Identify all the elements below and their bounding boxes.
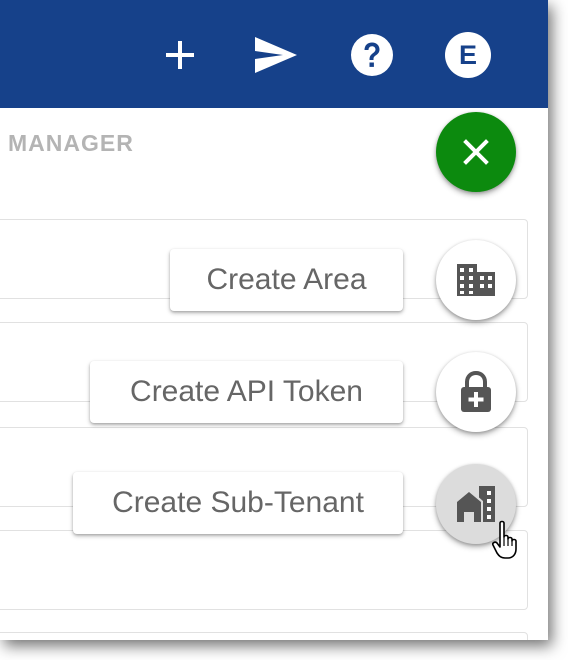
avatar[interactable]: E xyxy=(443,30,493,80)
close-icon xyxy=(463,139,489,165)
send-icon[interactable] xyxy=(251,30,301,80)
speed-dial-close-button[interactable] xyxy=(436,112,516,192)
app-window: E MANAGER Create Area Create API Token C… xyxy=(0,0,548,640)
lock-plus-icon xyxy=(461,371,491,412)
home-building-icon xyxy=(457,486,495,522)
hand-cursor-icon xyxy=(492,520,528,560)
create-api-token-button[interactable] xyxy=(436,352,516,432)
avatar-letter: E xyxy=(459,40,477,70)
create-sub-tenant-label[interactable]: Create Sub-Tenant xyxy=(73,472,403,534)
plus-icon[interactable] xyxy=(155,30,205,80)
create-area-label[interactable]: Create Area xyxy=(170,249,403,311)
building-icon xyxy=(457,264,495,296)
help-icon[interactable] xyxy=(347,30,397,80)
header-bar: E xyxy=(0,0,548,108)
create-area-button[interactable] xyxy=(436,240,516,320)
create-api-token-label[interactable]: Create API Token xyxy=(90,361,403,423)
